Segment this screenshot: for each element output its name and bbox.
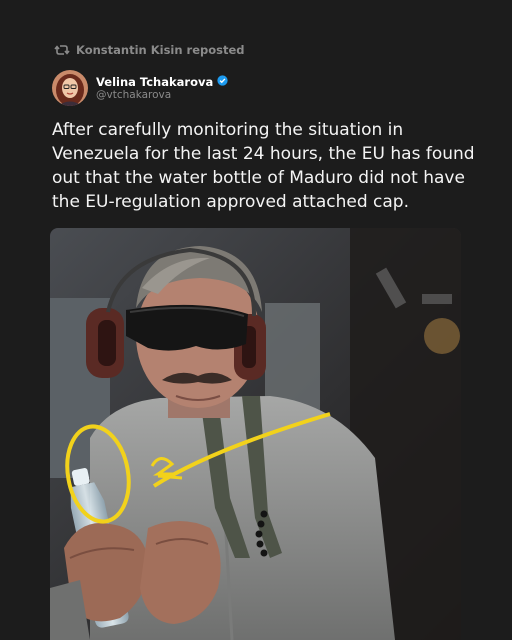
post-photo[interactable] bbox=[50, 228, 461, 640]
avatar[interactable] bbox=[52, 70, 88, 106]
post-card: Konstantin Kisin reposted Velina Tchakar… bbox=[0, 0, 512, 640]
repost-icon bbox=[54, 43, 70, 57]
repost-label: Konstantin Kisin reposted bbox=[76, 43, 245, 57]
repost-header[interactable]: Konstantin Kisin reposted bbox=[54, 42, 245, 58]
author-name-row[interactable]: Velina Tchakarova bbox=[96, 75, 228, 89]
author-handle[interactable]: @vtchakarova bbox=[96, 89, 228, 102]
author-name[interactable]: Velina Tchakarova bbox=[96, 75, 213, 89]
author-names: Velina Tchakarova @vtchakarova bbox=[96, 75, 228, 102]
verified-badge-icon bbox=[217, 74, 228, 89]
post-text: After carefully monitoring the situation… bbox=[52, 120, 475, 212]
author-block: Velina Tchakarova @vtchakarova bbox=[52, 70, 228, 106]
